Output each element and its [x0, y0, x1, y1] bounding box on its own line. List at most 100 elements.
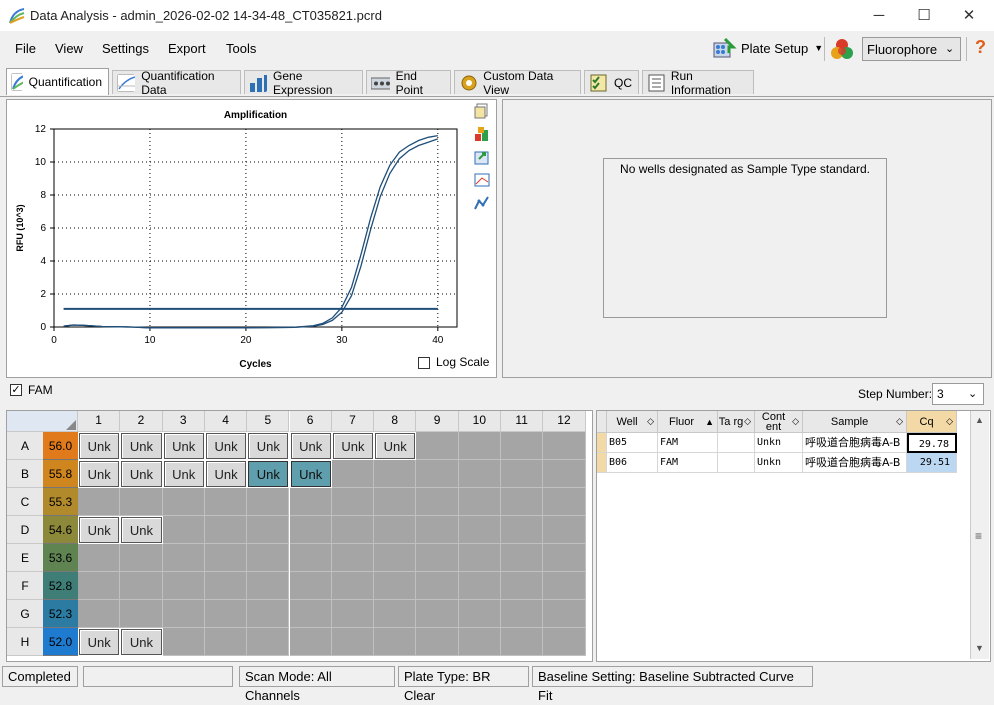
- plate-well-g3[interactable]: [162, 600, 205, 628]
- plate-row-header[interactable]: H: [7, 628, 43, 656]
- plate-well-f7[interactable]: [331, 572, 375, 600]
- tab-quantification-data[interactable]: Quantification Data: [112, 69, 241, 97]
- plate-well-e8[interactable]: [374, 544, 417, 572]
- tab-quantification[interactable]: Quantification: [6, 68, 109, 95]
- plate-well-h1[interactable]: Unk: [79, 629, 120, 655]
- plate-well-c3[interactable]: [162, 488, 205, 516]
- plate-well-h7[interactable]: [331, 628, 375, 656]
- plate-well-c4[interactable]: [204, 488, 248, 516]
- tab-end-point[interactable]: End Point: [366, 69, 451, 97]
- menu-file[interactable]: File: [15, 41, 36, 56]
- plate-well-b12[interactable]: [543, 460, 586, 488]
- fam-checkbox[interactable]: ✓: [10, 384, 22, 396]
- log-scale-checkbox[interactable]: [418, 357, 430, 369]
- help-icon[interactable]: ?: [975, 37, 986, 58]
- table-header-fluor[interactable]: Fluor ▲: [658, 411, 718, 433]
- plate-well-h5[interactable]: [247, 628, 290, 656]
- plate-well-c5[interactable]: [247, 488, 290, 516]
- plate-well-f6[interactable]: [289, 572, 332, 600]
- plate-well-g2[interactable]: [120, 600, 163, 628]
- plate-well-f3[interactable]: [162, 572, 205, 600]
- plate-well-f2[interactable]: [120, 572, 163, 600]
- plate-column-header[interactable]: 8: [374, 411, 417, 432]
- plate-row-header[interactable]: A: [7, 432, 43, 460]
- plate-well-e10[interactable]: [458, 544, 501, 572]
- plate-well-d1[interactable]: Unk: [79, 517, 120, 543]
- sort-icon[interactable]: ◇: [744, 416, 751, 427]
- plate-well-d4[interactable]: [204, 516, 248, 544]
- sort-icon[interactable]: ◇: [896, 416, 903, 427]
- plate-well-c8[interactable]: [374, 488, 417, 516]
- tab-gene-expression[interactable]: Gene Expression: [244, 69, 363, 97]
- table-cell[interactable]: B06: [607, 453, 658, 473]
- menu-settings[interactable]: Settings: [102, 41, 149, 56]
- table-cell[interactable]: Unkn: [755, 433, 803, 453]
- plate-well-b5[interactable]: Unk: [248, 461, 289, 487]
- tab-qc[interactable]: QC: [584, 70, 639, 94]
- sort-icon[interactable]: ◇: [946, 416, 953, 427]
- plate-well-b8[interactable]: [374, 460, 417, 488]
- plate-well-b1[interactable]: Unk: [79, 461, 120, 487]
- table-cell[interactable]: 29.78: [907, 433, 957, 453]
- plate-column-header[interactable]: 3: [162, 411, 205, 432]
- plate-well-f12[interactable]: [543, 572, 586, 600]
- tab-custom-data-view[interactable]: Custom Data View: [454, 69, 581, 97]
- plate-well-a1[interactable]: Unk: [79, 433, 120, 459]
- plate-well-c12[interactable]: [543, 488, 586, 516]
- plate-row-header[interactable]: G: [7, 600, 43, 628]
- plate-column-header[interactable]: 1: [78, 411, 121, 432]
- plate-well-a6[interactable]: Unk: [290, 433, 331, 459]
- plate-well-d6[interactable]: [289, 516, 332, 544]
- scroll-grip-icon[interactable]: ≡: [975, 529, 982, 543]
- table-scrollbar[interactable]: ▲ ≡ ▼: [970, 411, 989, 659]
- scroll-up-icon[interactable]: ▲: [975, 415, 984, 425]
- plate-well-c7[interactable]: [331, 488, 375, 516]
- plate-well-d10[interactable]: [458, 516, 501, 544]
- plate-column-header[interactable]: 5: [247, 411, 290, 432]
- tab-run-information[interactable]: Run Information: [642, 69, 754, 97]
- plate-well-b10[interactable]: [458, 460, 501, 488]
- table-cell[interactable]: FAM: [658, 433, 718, 453]
- plate-well-e6[interactable]: [289, 544, 332, 572]
- plate-well-b6[interactable]: Unk: [290, 461, 331, 487]
- plate-well-b3[interactable]: Unk: [163, 461, 204, 487]
- plate-well-h2[interactable]: Unk: [121, 629, 162, 655]
- fluorophore-color-icon[interactable]: [829, 38, 855, 60]
- table-cell[interactable]: FAM: [658, 453, 718, 473]
- plate-well-h3[interactable]: [162, 628, 205, 656]
- plate-well-a7[interactable]: Unk: [332, 433, 374, 459]
- plate-well-c2[interactable]: [120, 488, 163, 516]
- close-button[interactable]: ✕: [946, 0, 992, 31]
- plate-well-g11[interactable]: [501, 600, 544, 628]
- plate-well-d3[interactable]: [162, 516, 205, 544]
- plate-well-h9[interactable]: [416, 628, 459, 656]
- table-cell[interactable]: [718, 433, 755, 453]
- export-graph-icon[interactable]: [474, 149, 490, 165]
- table-header-well[interactable]: Well ◇: [607, 411, 658, 433]
- plate-well-a10[interactable]: [458, 432, 501, 460]
- plate-well-e7[interactable]: [331, 544, 375, 572]
- table-header-cont-ent[interactable]: Cont ent ◇: [755, 411, 803, 433]
- plate-well-e9[interactable]: [416, 544, 459, 572]
- plate-well-e5[interactable]: [247, 544, 290, 572]
- copy-icon[interactable]: [474, 103, 490, 119]
- sort-icon[interactable]: ◇: [792, 416, 799, 427]
- plate-well-g8[interactable]: [374, 600, 417, 628]
- scroll-down-icon[interactable]: ▼: [975, 643, 984, 653]
- plate-well-c6[interactable]: [289, 488, 332, 516]
- plate-column-header[interactable]: 10: [458, 411, 501, 432]
- plate-well-a11[interactable]: [501, 432, 544, 460]
- plate-well-d5[interactable]: [247, 516, 290, 544]
- menu-export[interactable]: Export: [168, 41, 206, 56]
- curve-settings-icon[interactable]: [474, 195, 490, 211]
- plate-well-f10[interactable]: [458, 572, 501, 600]
- plate-well-c1[interactable]: [78, 488, 121, 516]
- plate-column-header[interactable]: 6: [289, 411, 332, 432]
- plate-well-b7[interactable]: [331, 460, 375, 488]
- plate-well-a5[interactable]: Unk: [248, 433, 289, 459]
- plate-well-d2[interactable]: Unk: [121, 517, 162, 543]
- plate-well-b2[interactable]: Unk: [121, 461, 162, 487]
- table-cell[interactable]: 呼吸道合胞病毒A-B: [803, 453, 907, 473]
- plate-well-a9[interactable]: [416, 432, 459, 460]
- plate-well-f1[interactable]: [78, 572, 121, 600]
